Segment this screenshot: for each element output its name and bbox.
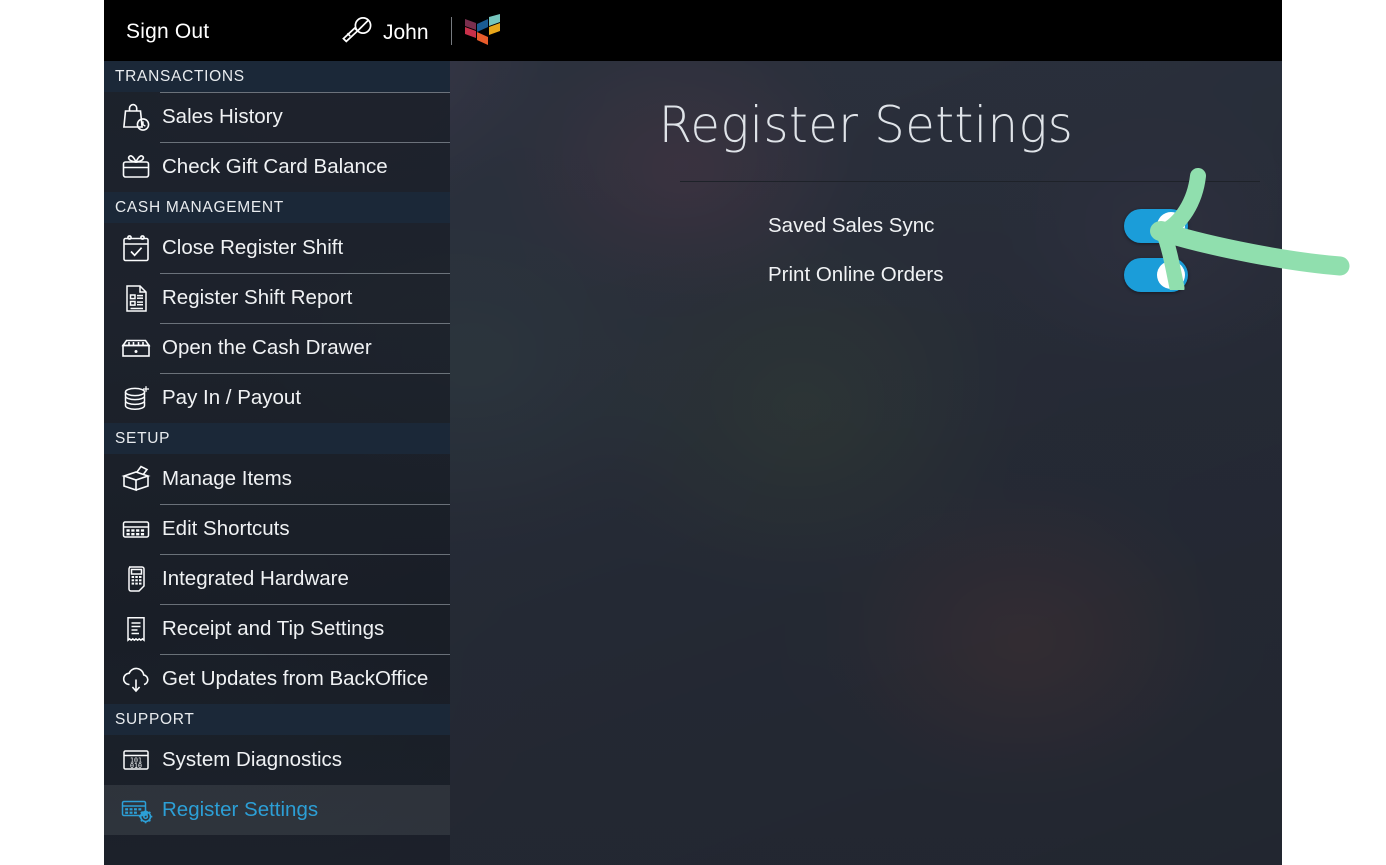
- sidebar-item-edit-shortcuts[interactable]: Edit Shortcuts: [104, 504, 450, 554]
- gift-card-icon: [114, 151, 158, 183]
- sidebar-section-support: SUPPORT: [104, 704, 450, 735]
- sidebar-item-integrated-hardware[interactable]: Integrated Hardware: [104, 554, 450, 604]
- sign-out-button[interactable]: Sign Out: [126, 20, 209, 44]
- shopping-bag-clock-icon: [114, 101, 158, 133]
- row-divider: [160, 373, 450, 374]
- keypad-gear-icon: [114, 794, 158, 826]
- setting-label: Print Online Orders: [768, 263, 944, 286]
- calendar-check-icon: [114, 232, 158, 264]
- sidebar-item-label: Get Updates from BackOffice: [162, 667, 429, 690]
- toggle-knob: [1157, 212, 1185, 240]
- sidebar-item-get-updates-from-backoffice[interactable]: Get Updates from BackOffice: [104, 654, 450, 704]
- sidebar-item-label: Close Register Shift: [162, 236, 344, 259]
- key-icon: [340, 16, 374, 49]
- sidebar-item-check-gift-card-balance[interactable]: Check Gift Card Balance: [104, 142, 450, 192]
- saved-sales-sync-toggle[interactable]: [1124, 209, 1188, 243]
- sidebar-item-pay-in-payout[interactable]: Pay In / Payout: [104, 373, 450, 423]
- sidebar-item-label: Manage Items: [162, 467, 292, 490]
- sidebar-item-label: Integrated Hardware: [162, 567, 349, 590]
- topbar-divider: [451, 17, 452, 45]
- row-divider: [160, 273, 450, 274]
- main-content: Register Settings Saved Sales Sync Print…: [450, 61, 1282, 865]
- row-divider: [160, 92, 450, 93]
- sidebar-item-close-register-shift[interactable]: Close Register Shift: [104, 223, 450, 273]
- sidebar-nav: TRANSACTIONS Sales History Check Gift Ca…: [104, 61, 450, 865]
- sidebar-item-label: Pay In / Payout: [162, 386, 302, 409]
- user-account-button[interactable]: John: [340, 16, 429, 49]
- sidebar-item-label: Edit Shortcuts: [162, 517, 290, 540]
- sidebar-item-label: Open the Cash Drawer: [162, 336, 372, 359]
- sidebar-item-open-the-cash-drawer[interactable]: Open the Cash Drawer: [104, 323, 450, 373]
- sidebar-item-label: Register Settings: [162, 798, 319, 821]
- cash-drawer-icon: [114, 332, 158, 364]
- sidebar-item-register-settings[interactable]: Register Settings: [104, 785, 450, 835]
- binary-code-icon: 101 010: [114, 744, 158, 776]
- sidebar-section-cash-management: CASH MANAGEMENT: [104, 192, 450, 223]
- top-bar: Sign Out John: [104, 0, 1282, 61]
- keypad-grid-icon: [114, 513, 158, 545]
- report-document-icon: [114, 282, 158, 314]
- sidebar-item-manage-items[interactable]: Manage Items: [104, 454, 450, 504]
- sidebar-item-register-shift-report[interactable]: Register Shift Report: [104, 273, 450, 323]
- pos-app-window: Sign Out John TRANSACTIONS Sales History…: [104, 0, 1282, 865]
- sidebar-item-label: Check Gift Card Balance: [162, 155, 388, 178]
- sidebar-item-system-diagnostics[interactable]: 101 010 System Diagnostics: [104, 735, 450, 785]
- sidebar-section-transactions: TRANSACTIONS: [104, 61, 450, 92]
- receipt-icon: [114, 613, 158, 645]
- row-divider: [160, 554, 450, 555]
- title-divider: [680, 181, 1260, 182]
- row-divider: [160, 654, 450, 655]
- sidebar-item-sales-history[interactable]: Sales History: [104, 92, 450, 142]
- user-name-label: John: [383, 20, 429, 44]
- setting-label: Saved Sales Sync: [768, 214, 935, 237]
- sidebar-section-setup: SETUP: [104, 423, 450, 454]
- cloud-download-icon: [114, 663, 158, 695]
- row-divider: [160, 504, 450, 505]
- row-divider: [160, 323, 450, 324]
- print-online-orders-toggle[interactable]: [1124, 258, 1188, 292]
- setting-row-saved-sales-sync: Saved Sales Sync: [768, 209, 1188, 243]
- row-divider: [160, 604, 450, 605]
- toggle-knob: [1157, 261, 1185, 289]
- brand-logo-icon: [464, 13, 502, 49]
- card-terminal-icon: [114, 563, 158, 595]
- svg-text:010: 010: [130, 762, 142, 770]
- setting-row-print-online-orders: Print Online Orders: [768, 258, 1188, 292]
- sidebar-item-label: Receipt and Tip Settings: [162, 617, 385, 640]
- page-title: Register Settings: [658, 96, 1074, 154]
- open-box-icon: [114, 463, 158, 495]
- coin-stack-icon: [114, 382, 158, 414]
- sidebar-item-label: Register Shift Report: [162, 286, 353, 309]
- sidebar-item-label: System Diagnostics: [162, 748, 343, 771]
- sidebar-item-label: Sales History: [162, 105, 283, 128]
- sidebar-item-receipt-and-tip-settings[interactable]: Receipt and Tip Settings: [104, 604, 450, 654]
- row-divider: [160, 142, 450, 143]
